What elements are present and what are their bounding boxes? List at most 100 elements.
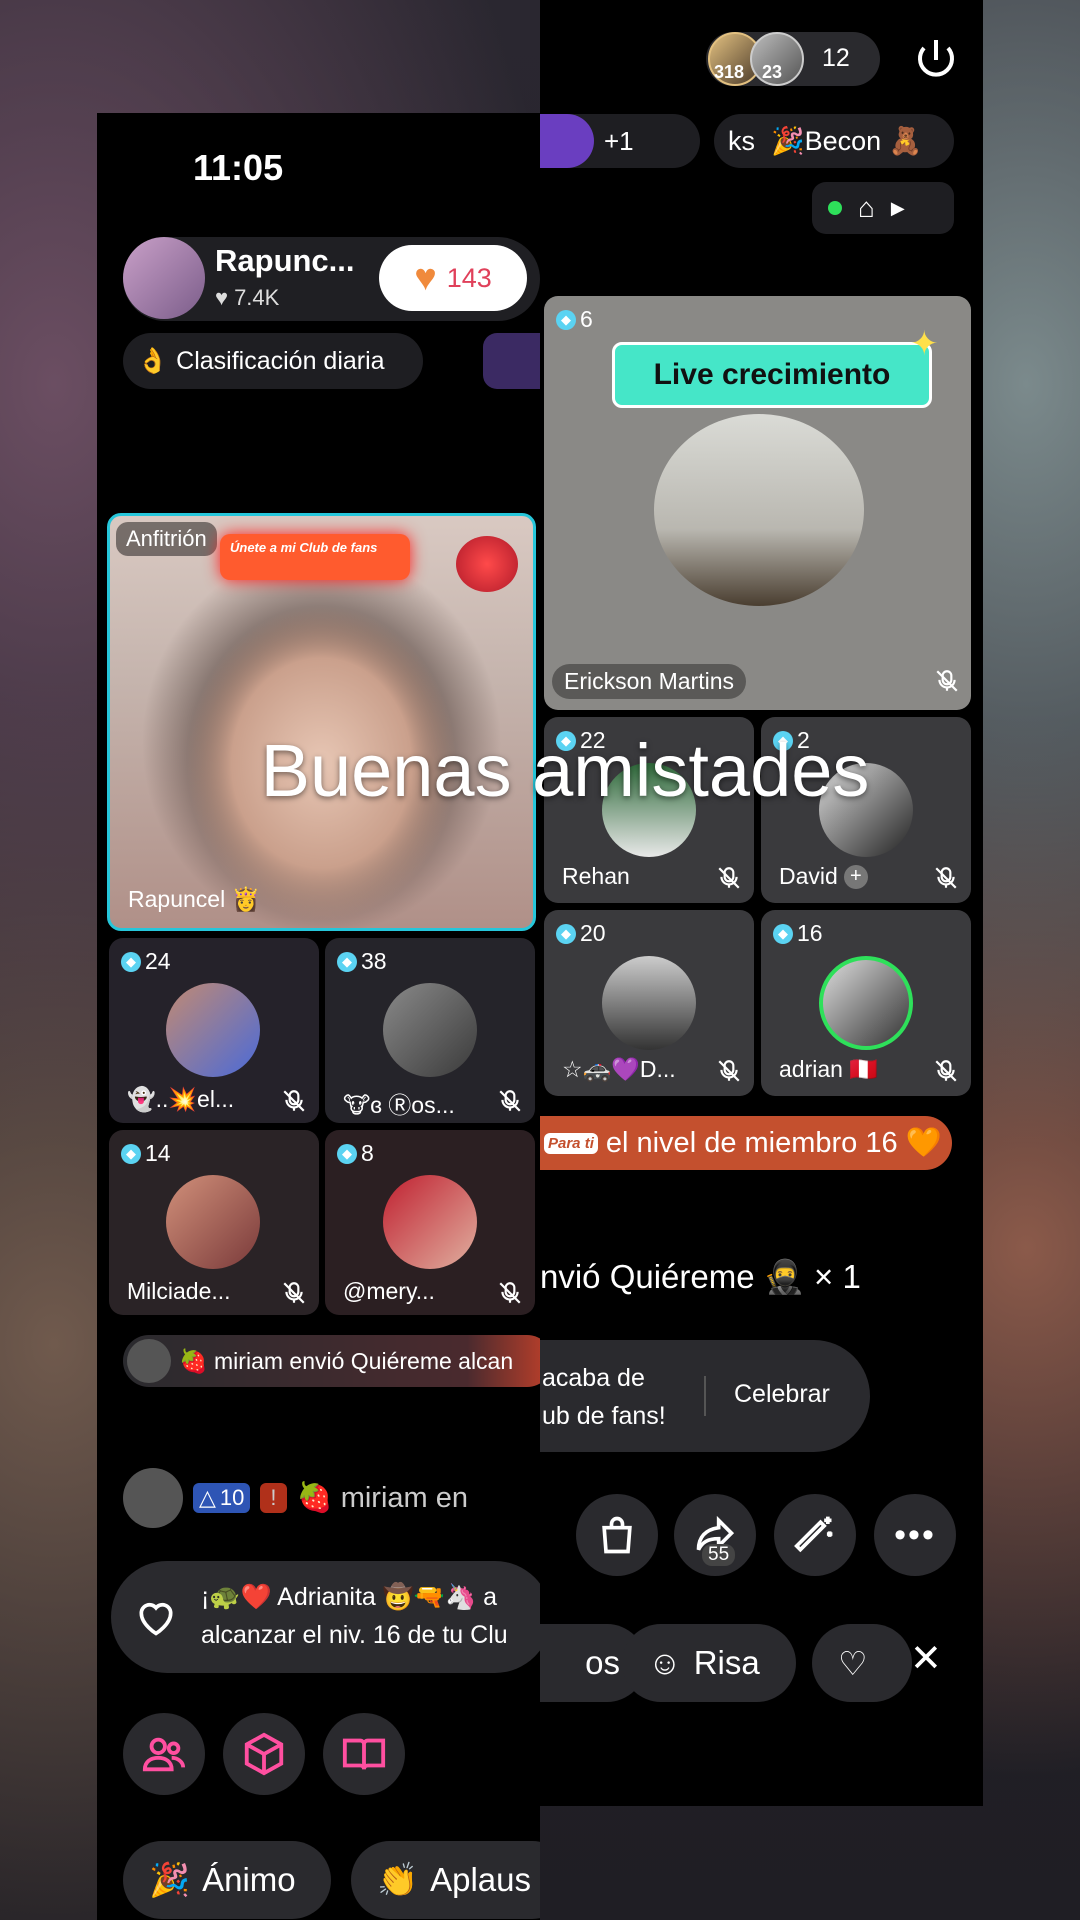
heart-outline-icon bbox=[139, 1602, 173, 1636]
guest-tile-2[interactable]: ◆ 38 🐮ɞ Ⓡos... bbox=[325, 938, 535, 1123]
guest-tile-4[interactable]: ◆ 8 @mery... bbox=[325, 1130, 535, 1315]
daily-ranking-label: Clasificación diaria bbox=[176, 346, 385, 375]
users-icon bbox=[142, 1737, 186, 1772]
host-info-pill[interactable]: Rapunc... ♥ 7.4K ♥ 143 bbox=[123, 237, 540, 321]
guest-avatar bbox=[383, 1175, 477, 1269]
guest-level: 20 bbox=[580, 920, 606, 946]
chat-avatar bbox=[123, 1468, 183, 1528]
chip-text: 🎉Becon 🧸 bbox=[771, 126, 923, 156]
guest-tile-1[interactable]: ◆ 24 👻..💥el... bbox=[109, 938, 319, 1123]
party-popper-icon: 🎉 bbox=[149, 1860, 191, 1898]
guest-name: David bbox=[779, 863, 838, 889]
more-button[interactable]: ••• bbox=[874, 1494, 956, 1576]
guest-avatar bbox=[383, 983, 477, 1077]
more-dots-icon: ••• bbox=[894, 1515, 936, 1554]
guest-level: 16 bbox=[797, 920, 823, 946]
diamond-icon: ◆ bbox=[121, 1143, 141, 1164]
plus-chip[interactable]: +1 bbox=[540, 114, 700, 168]
main-guest-tile[interactable]: ◆ 6 Live crecimiento ✦ Erickson Martins bbox=[544, 296, 971, 710]
reaction-aplausos-button[interactable]: 👏 Aplaus bbox=[351, 1841, 540, 1919]
reaction-label: os bbox=[585, 1644, 620, 1681]
user-level-badge: △ 10 bbox=[193, 1483, 251, 1513]
mic-muted-icon bbox=[718, 1060, 740, 1082]
overlay-caption: Buenas amistades bbox=[260, 729, 870, 812]
live-dot bbox=[828, 201, 842, 215]
guest-level: 38 bbox=[361, 948, 387, 974]
reaction-label: Risa bbox=[693, 1644, 760, 1681]
magic-wand-icon bbox=[794, 1516, 833, 1553]
diamond-icon: ◆ bbox=[337, 1143, 357, 1164]
clap-icon: 👏 bbox=[377, 1860, 419, 1898]
fan-message: ¡🐢❤️ Adrianita 🤠🔫🦄 a alcanzar el niv. 16… bbox=[111, 1561, 540, 1673]
top-chip[interactable]: ks 🎉Becon 🧸 bbox=[714, 114, 954, 168]
fan-message-line2: alcanzar el niv. 16 de tu Clu bbox=[201, 1621, 508, 1649]
guest-level: 6 bbox=[580, 306, 593, 332]
play-icon: ▶ bbox=[890, 197, 905, 218]
diamond-icon: ◆ bbox=[773, 923, 793, 944]
book-button[interactable] bbox=[323, 1713, 405, 1795]
share-button[interactable]: 55 bbox=[674, 1494, 756, 1576]
host-video-tile[interactable]: Anfitrión Únete a mi Club de fans Rapunc… bbox=[107, 513, 536, 931]
box-button[interactable] bbox=[223, 1713, 305, 1795]
host-avatar[interactable] bbox=[123, 237, 205, 319]
orange-heart-icon: ♥ bbox=[414, 256, 437, 299]
reaction-label: Ánimo bbox=[202, 1861, 296, 1898]
share-count: 55 bbox=[702, 1544, 736, 1566]
live-growth-banner[interactable]: Live crecimiento bbox=[612, 342, 932, 408]
mic-muted-icon bbox=[936, 670, 958, 692]
diamond-icon: ◆ bbox=[337, 951, 357, 972]
power-icon[interactable] bbox=[912, 36, 960, 84]
guest-tile-3[interactable]: ◆ 20 ☆🚓💜D... bbox=[544, 910, 754, 1096]
guest-name: @mery... bbox=[343, 1278, 435, 1304]
guest-avatar bbox=[166, 983, 260, 1077]
fan-club-sticker-icon bbox=[456, 536, 518, 592]
mic-muted-icon bbox=[499, 1282, 521, 1304]
guest-name: 🐮ɞ Ⓡos... bbox=[343, 1092, 455, 1118]
book-sparkle-icon bbox=[342, 1738, 386, 1770]
shop-button[interactable] bbox=[576, 1494, 658, 1576]
gift-banner: 🍓 miriam envió Quiéreme alcan bbox=[123, 1335, 540, 1387]
reaction-animo-button[interactable]: 🎉 Ánimo bbox=[123, 1841, 331, 1919]
member-level-text: el nivel de miembro 16 🧡 bbox=[605, 1127, 942, 1159]
live-controls[interactable]: ⌂ ▶ bbox=[812, 182, 954, 234]
smile-icon: ☺ bbox=[648, 1644, 682, 1681]
follow-heart-button[interactable]: ♥ 143 bbox=[379, 245, 527, 311]
guest-tile-3[interactable]: ◆ 14 Milciade... bbox=[109, 1130, 319, 1315]
left-live-panel: 11:05 Rapunc... ♥ 7.4K ♥ 143 👌 Clasificaci… bbox=[97, 113, 540, 1920]
sender-avatar bbox=[127, 1339, 171, 1383]
guest-level: 8 bbox=[361, 1140, 374, 1166]
side-panel-tab[interactable] bbox=[483, 333, 540, 389]
add-icon[interactable]: + bbox=[843, 864, 868, 889]
reaction-risa-button[interactable]: ☺ Risa bbox=[622, 1624, 796, 1702]
reaction-love-button[interactable]: ♡ bbox=[812, 1624, 912, 1702]
guest-level: 14 bbox=[145, 1140, 171, 1166]
guest-name: Rehan bbox=[562, 863, 630, 889]
toast-line1: acaba de bbox=[542, 1364, 645, 1392]
plus-count: +1 bbox=[604, 125, 634, 156]
effects-button[interactable] bbox=[774, 1494, 856, 1576]
guests-button[interactable] bbox=[123, 1713, 205, 1795]
viewer-rank: 318 bbox=[714, 62, 745, 82]
chip-text: ks bbox=[728, 125, 755, 156]
chip-avatar bbox=[540, 114, 594, 168]
celebrate-button[interactable]: Celebrar bbox=[734, 1380, 830, 1409]
viewers-pill[interactable]: 318 23 12 bbox=[706, 32, 880, 86]
fan-club-banner[interactable]: Únete a mi Club de fans bbox=[220, 534, 410, 580]
guest-name: adrian 🇵🇪 bbox=[779, 1056, 878, 1082]
right-live-panel: 318 23 12 +1 ks 🎉Becon 🧸 ⌂ ▶ ◆ 6 Live crec… bbox=[540, 0, 983, 1806]
close-icon[interactable]: ✕ bbox=[910, 1636, 942, 1681]
member-level-banner: Para ti el nivel de miembro 16 🧡 bbox=[540, 1116, 952, 1170]
reaction-label: Aplaus bbox=[430, 1861, 531, 1898]
guest-avatar-speaking bbox=[819, 956, 913, 1050]
gift-banner-text: 🍓 miriam envió Quiéreme alcan bbox=[179, 1347, 514, 1374]
diamond-icon: ◆ bbox=[556, 309, 576, 330]
guest-tile-adrian[interactable]: ◆ 16 adrian 🇵🇪 bbox=[761, 910, 971, 1096]
daily-ranking-button[interactable]: 👌 Clasificación diaria bbox=[123, 333, 423, 389]
mic-muted-icon bbox=[283, 1090, 305, 1112]
heart-count: 143 bbox=[446, 262, 492, 293]
heart-icon: ♥ bbox=[215, 285, 229, 310]
guest-name: Milciade... bbox=[127, 1278, 231, 1304]
diamond-icon: ◆ bbox=[121, 951, 141, 972]
hand-icon: 👌 bbox=[137, 346, 169, 375]
guest-avatar bbox=[654, 414, 864, 606]
